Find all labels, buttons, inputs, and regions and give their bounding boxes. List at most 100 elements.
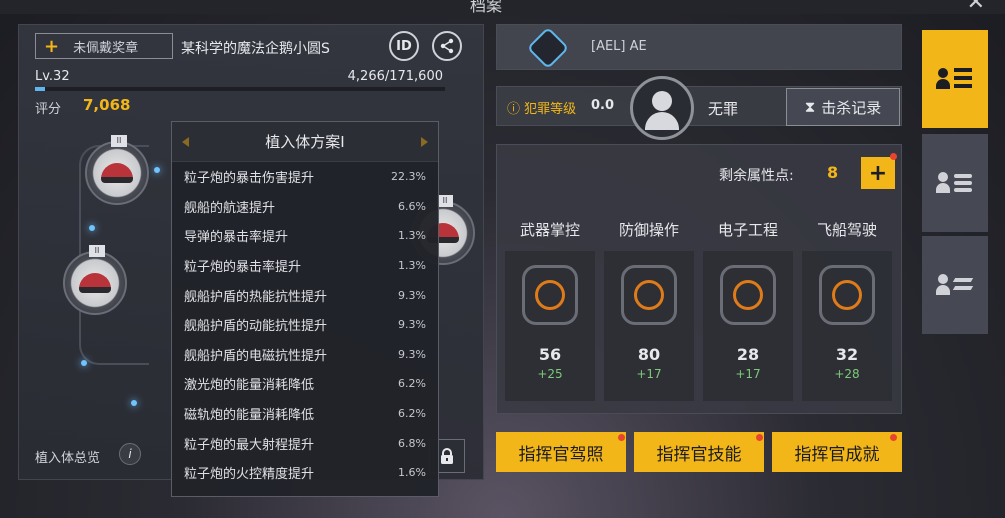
node-dot <box>154 167 160 173</box>
dropdown-item-label: 舰船护盾的热能抗性提升 <box>184 289 328 305</box>
commander-skills-button[interactable]: 指挥官技能 <box>634 432 764 472</box>
notification-dot <box>756 434 763 441</box>
guild-emblem-icon <box>526 26 570 70</box>
dropdown-item-label: 磁轨炮的能量消耗降低 <box>184 408 315 424</box>
skill-value: 56 <box>538 345 562 364</box>
next-plan-icon[interactable] <box>421 136 428 147</box>
add-points-button[interactable]: + <box>861 157 895 189</box>
guild-name: [AEL] AE <box>591 39 647 54</box>
avatar-head <box>652 91 672 111</box>
avatar[interactable] <box>630 76 694 140</box>
node-dot <box>89 225 95 231</box>
score-label: 评分 <box>35 102 62 117</box>
dropdown-item-value: 6.2% <box>398 407 426 421</box>
dropdown-item-value: 6.6% <box>398 199 426 213</box>
skill-value: 32 <box>835 345 859 364</box>
prev-plan-icon[interactable] <box>182 136 189 147</box>
close-icon[interactable]: ✕ <box>967 0 985 15</box>
dropdown-item-label: 舰船的航速提升 <box>184 200 276 216</box>
info-icon[interactable]: i <box>119 443 141 465</box>
commander-achievements-button[interactable]: 指挥官成就 <box>772 432 902 472</box>
xp-bar-fill <box>35 87 46 91</box>
dropdown-item[interactable]: 激光炮的能量消耗降低 6.2% <box>172 369 438 399</box>
id-button[interactable]: ID <box>389 31 419 61</box>
implant-plan-dropdown[interactable]: 植入体方案Ⅰ 粒子炮的暴击伤害提升 22.3% 舰船的航速提升 6.6% 导弹的暴击率提… <box>171 121 439 497</box>
dropdown-item[interactable]: 舰船护盾的动能抗性提升 9.3% <box>172 310 438 340</box>
dropdown-list: 粒子炮的暴击伤害提升 22.3% 舰船的航速提升 6.6% 导弹的暴击率提升 1.3% 粒子… <box>172 162 438 488</box>
dropdown-item[interactable]: 粒子炮的暴击伤害提升 22.3% <box>172 162 438 192</box>
avatar-body <box>645 112 679 130</box>
dropdown-item-value: 9.3% <box>398 347 426 361</box>
skill-2[interactable]: 防御操作 80 +17 <box>604 219 694 403</box>
xp-text: 4,266/171,600 <box>347 69 443 84</box>
tab-assets[interactable] <box>922 134 988 232</box>
node-dot <box>81 360 87 366</box>
badge-label: 未佩戴奖章 <box>73 40 139 56</box>
plus-icon: + <box>44 35 60 57</box>
dropdown-item[interactable]: 粒子炮的暴击率提升 1.3% <box>172 251 438 281</box>
top-bar: 档案 ✕ <box>0 0 1005 15</box>
assets-icon <box>936 170 972 196</box>
dropdown-item-label: 激光炮的能量消耗降低 <box>184 378 315 394</box>
dropdown-item[interactable]: 导弹的暴击率提升 1.3% <box>172 221 438 251</box>
implant-slot[interactable]: II <box>63 245 127 315</box>
skill-value: 28 <box>736 345 760 364</box>
skill-icon-core <box>535 280 565 310</box>
guild-bar: [AEL] AE <box>496 24 902 70</box>
skill-4[interactable]: 飞船驾驶 32 +28 <box>802 219 892 403</box>
implant-tier: II <box>111 135 127 147</box>
dropdown-item-value: 1.3% <box>398 229 426 243</box>
window-title: 档案 <box>470 0 503 15</box>
profile-card-icon <box>936 66 972 92</box>
skill-bonus: +17 <box>636 367 662 381</box>
dropdown-item[interactable]: 粒子炮的火控精度提升 1.6% <box>172 458 438 488</box>
skill-card: 28 +17 <box>703 251 793 401</box>
attribute-panel: 剩余属性点: 8 + 武器掌控 56 +25 防御操作 80 +17 电子工程 28 +17 飞船… <box>496 144 902 414</box>
kill-record-label: 击杀记录 <box>821 98 882 117</box>
dropdown-item-value: 22.3% <box>391 170 426 184</box>
dropdown-item-label: 粒子炮的最大射程提升 <box>184 437 315 453</box>
equip-badge-button[interactable]: + 未佩戴奖章 <box>35 33 173 59</box>
dropdown-header: 植入体方案Ⅰ <box>172 122 438 162</box>
skill-name: 防御操作 <box>618 221 679 239</box>
tab-fleet[interactable] <box>922 236 988 334</box>
skill-3[interactable]: 电子工程 28 +17 <box>703 219 793 403</box>
tab-profile[interactable] <box>922 30 988 128</box>
dropdown-item[interactable]: 舰船护盾的电磁抗性提升 9.3% <box>172 340 438 370</box>
skill-bonus: +25 <box>537 367 563 381</box>
dropdown-item-label: 粒子炮的暴击伤害提升 <box>184 171 315 187</box>
dropdown-title: 植入体方案Ⅰ <box>265 133 345 151</box>
dropdown-item-value: 9.3% <box>398 318 426 332</box>
kill-record-button[interactable]: ⧗ 击杀记录 <box>786 88 900 126</box>
dropdown-item[interactable]: 粒子炮的最大射程提升 6.8% <box>172 428 438 458</box>
skill-1[interactable]: 武器掌控 56 +25 <box>505 219 595 403</box>
weapon-icon <box>522 265 578 325</box>
xp-bar <box>35 87 445 91</box>
dropdown-item-value: 6.8% <box>398 436 426 450</box>
dropdown-item[interactable]: 舰船的航速提升 6.6% <box>172 192 438 222</box>
commander-license-button[interactable]: 指挥官驾照 <box>496 432 626 472</box>
dropdown-item-value: 9.3% <box>398 288 426 302</box>
implant-slot[interactable]: II <box>85 135 149 205</box>
share-button[interactable] <box>432 31 462 61</box>
implant-overview-label: 植入体总览 <box>35 451 101 466</box>
dropdown-item[interactable]: 舰船护盾的热能抗性提升 9.3% <box>172 280 438 310</box>
skill-card: 80 +17 <box>604 251 694 401</box>
notification-dot <box>890 434 897 441</box>
notification-dot <box>618 434 625 441</box>
notification-dot <box>890 153 897 160</box>
skill-name: 武器掌控 <box>519 221 580 239</box>
skill-icon-core <box>634 280 664 310</box>
implant-icon <box>79 273 111 293</box>
dropdown-item[interactable]: 磁轨炮的能量消耗降低 6.2% <box>172 399 438 429</box>
remaining-points-label: 剩余属性点: <box>719 168 794 184</box>
dropdown-item-label: 粒子炮的火控精度提升 <box>184 467 315 483</box>
shield-icon <box>621 265 677 325</box>
dropdown-item-value: 1.6% <box>398 466 426 480</box>
crime-value: 0.0 <box>591 98 615 113</box>
share-icon <box>440 38 454 54</box>
dropdown-item-value: 1.3% <box>398 259 426 273</box>
crime-label: ⓘ 犯罪等级 <box>507 102 577 117</box>
dropdown-item-label: 舰船护盾的电磁抗性提升 <box>184 348 328 364</box>
level-label: Lv.32 <box>35 69 70 84</box>
